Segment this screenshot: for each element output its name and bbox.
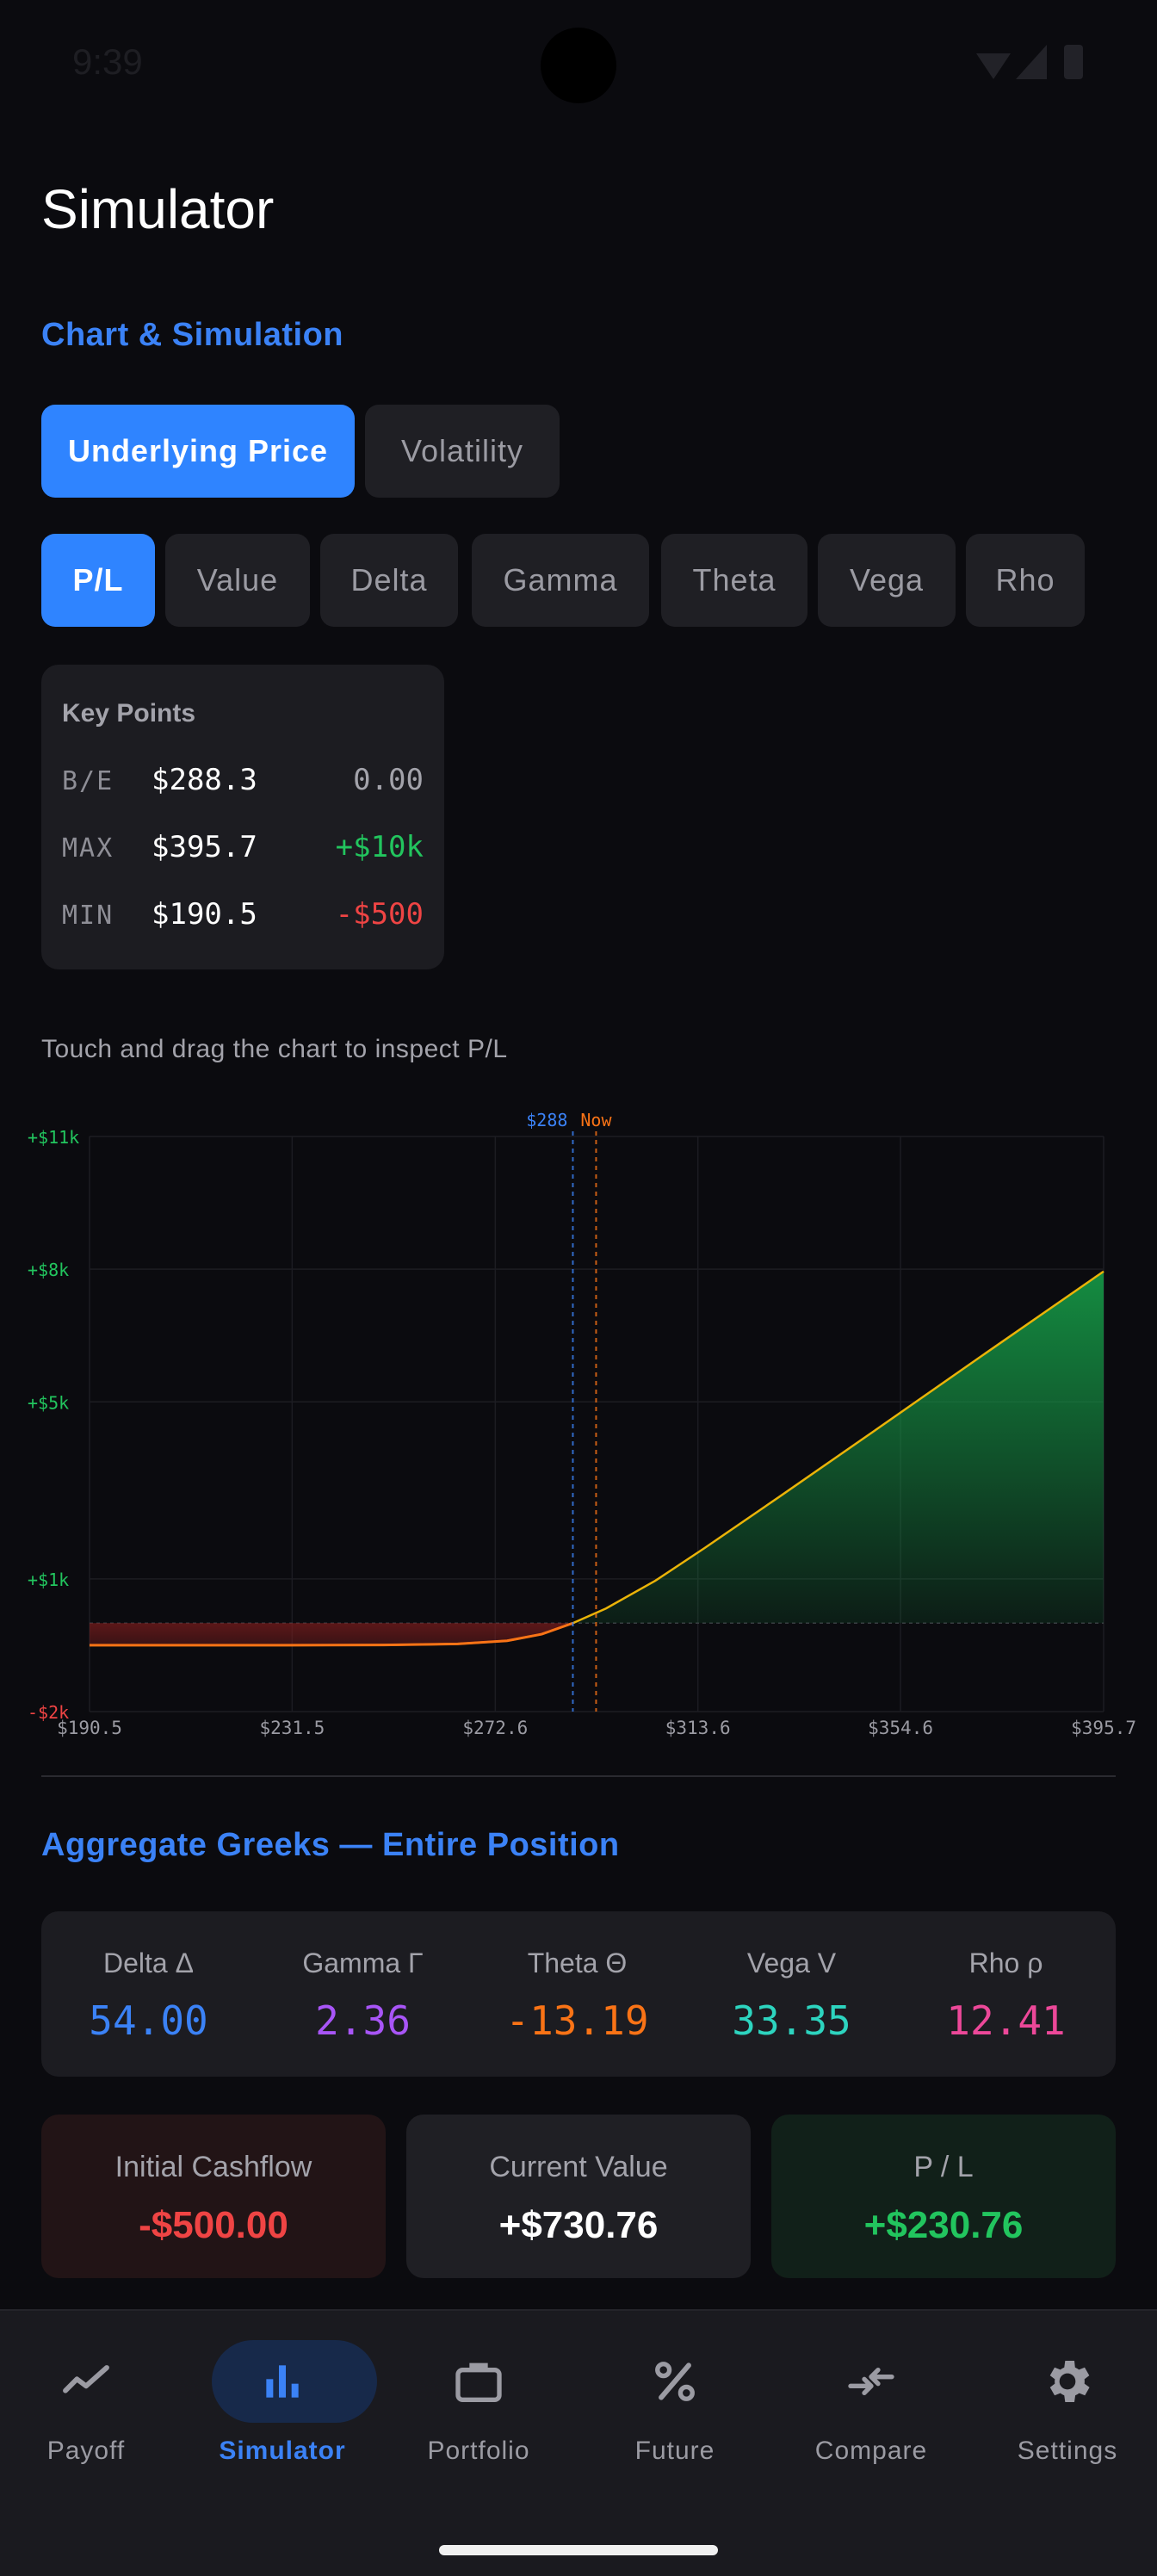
tab-value[interactable]: Value [165, 534, 310, 627]
x-tick-label: $395.7 [1071, 1718, 1136, 1738]
tab-theta[interactable]: Theta [661, 534, 807, 627]
greek-name: Vega V [746, 1947, 837, 1978]
gain-area [572, 1271, 1104, 1624]
pl-card: P / L +$230.76 [771, 2115, 1116, 2278]
greek-gamma: Gamma Γ 2.36 [256, 1911, 470, 2077]
greek-value: -13.19 [505, 1997, 649, 2044]
greek-value: 33.35 [732, 1997, 851, 2044]
initial-cashflow-card: Initial Cashflow -$500.00 [41, 2115, 386, 2278]
greek-value: 12.41 [946, 1997, 1066, 2044]
chart-hint: Touch and drag the chart to inspect P/L [41, 1035, 508, 1063]
key-point-label: B/E [62, 766, 114, 796]
greek-rho: Rho ρ 12.41 [899, 1911, 1113, 2077]
percent-icon [578, 2354, 771, 2409]
tab-volatility[interactable]: Volatility [365, 405, 560, 498]
nav-settings[interactable]: Settings [971, 2311, 1157, 2483]
key-point-value: +$10k [335, 830, 424, 864]
gear-icon [971, 2354, 1157, 2409]
greek-name: Delta Δ [103, 1947, 194, 1978]
trend-line-icon [0, 2354, 183, 2409]
key-points-title: Key Points [62, 699, 196, 728]
key-point-value: 0.00 [353, 763, 424, 797]
y-tick-label: +$1k [28, 1570, 69, 1590]
greek-value: 54.00 [89, 1997, 208, 2044]
page-title: Simulator [41, 178, 275, 240]
key-point-min: MIN $190.5 -$500 [62, 897, 424, 935]
x-tick-label: $354.6 [868, 1718, 933, 1738]
greek-name: Gamma Γ [302, 1947, 424, 1978]
tab-rho[interactable]: Rho [966, 534, 1085, 627]
key-point-breakeven: B/E $288.3 0.00 [62, 763, 424, 801]
key-point-price: $395.7 [152, 830, 257, 864]
compare-arrows-icon [775, 2354, 968, 2409]
initial-cashflow-label: Initial Cashflow [114, 2151, 312, 2183]
section-divider [41, 1775, 1116, 1777]
tab-pl[interactable]: P/L [41, 534, 155, 627]
key-point-price: $288.3 [152, 763, 257, 797]
key-point-value: -$500 [335, 897, 424, 932]
status-time: 9:39 [72, 41, 143, 82]
current-value-value: +$730.76 [498, 2204, 659, 2246]
bottom-navigation: Payoff Simulator Portfolio Future Compar… [0, 2309, 1157, 2576]
nav-portfolio[interactable]: Portfolio [382, 2311, 575, 2483]
greek-value: 2.36 [315, 1997, 411, 2044]
key-point-max: MAX $395.7 +$10k [62, 830, 424, 868]
chart-section-title: Chart & Simulation [41, 317, 344, 353]
greek-name: Theta Θ [527, 1947, 628, 1978]
nav-compare[interactable]: Compare [775, 2311, 968, 2483]
x-tick-label: $272.6 [462, 1718, 528, 1738]
pl-label: P / L [913, 2151, 974, 2183]
tab-delta[interactable]: Delta [320, 534, 458, 627]
current-value-label: Current Value [489, 2151, 668, 2183]
tab-vega[interactable]: Vega [818, 534, 956, 627]
key-point-label: MAX [62, 833, 114, 864]
greek-delta: Delta Δ 54.00 [41, 1911, 256, 2077]
wifi-icon [976, 53, 1011, 79]
nav-label: Compare [814, 2437, 928, 2465]
key-points-card: Key Points B/E $288.3 0.00 MAX $395.7 +$… [41, 665, 444, 969]
nav-label: Settings [1017, 2437, 1118, 2465]
camera-cutout [541, 28, 616, 103]
nav-simulator[interactable]: Simulator [186, 2311, 379, 2483]
briefcase-icon [382, 2354, 575, 2409]
y-tick-label: +$5k [28, 1392, 69, 1413]
greek-vega: Vega V 33.35 [684, 1911, 899, 2077]
key-point-label: MIN [62, 901, 114, 931]
nav-future[interactable]: Future [578, 2311, 771, 2483]
key-point-price: $190.5 [152, 897, 257, 932]
greek-theta: Theta Θ -13.19 [470, 1911, 684, 2077]
aggregate-greeks-card: Delta Δ 54.00 Gamma Γ 2.36 Theta Θ -13.1… [41, 1911, 1116, 2077]
nav-label: Future [634, 2437, 715, 2465]
marker-label: Now [580, 1111, 612, 1130]
nav-payoff[interactable]: Payoff [0, 2311, 183, 2483]
y-tick-label: +$8k [28, 1260, 69, 1280]
tab-gamma[interactable]: Gamma [472, 534, 649, 627]
y-tick-label: +$11k [28, 1127, 79, 1148]
marker-label: $288 [526, 1111, 567, 1130]
greek-name: Rho ρ [968, 1947, 1043, 1978]
nav-label: Portfolio [427, 2437, 530, 2465]
pl-chart[interactable]: $288 Now +$11k+$8k+$5k+$1k-$2k $190.5 $231… [0, 1111, 1157, 1748]
x-tick-label: $190.5 [57, 1718, 122, 1738]
greeks-section-title: Aggregate Greeks — Entire Position [41, 1827, 620, 1863]
initial-cashflow-value: -$500.00 [139, 2204, 288, 2246]
current-value-card: Current Value +$730.76 [406, 2115, 751, 2278]
nav-label: Payoff [46, 2437, 126, 2465]
nav-label: Simulator [219, 2437, 346, 2465]
x-tick-label: $231.5 [259, 1718, 325, 1738]
status-bar: 9:39 [0, 0, 1157, 129]
x-tick-label: $313.6 [665, 1718, 731, 1738]
signal-icon [1016, 45, 1047, 79]
pl-value: +$230.76 [863, 2204, 1024, 2246]
home-indicator[interactable] [439, 2545, 718, 2555]
battery-icon [1064, 45, 1083, 79]
tab-underlying-price[interactable]: Underlying Price [41, 405, 355, 498]
bar-chart-icon [186, 2354, 379, 2409]
